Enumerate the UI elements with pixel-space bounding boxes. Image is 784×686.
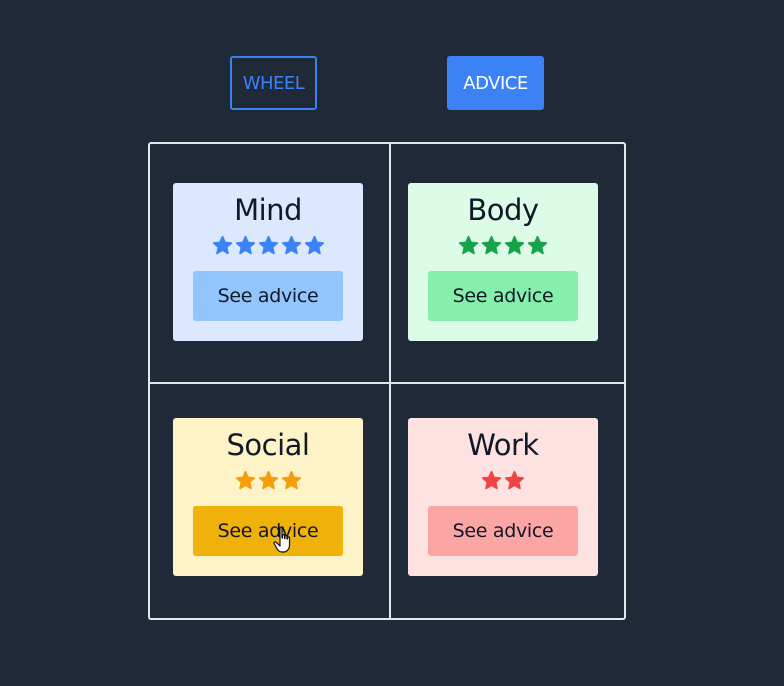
card-title: Work: [467, 428, 539, 462]
tab-wheel[interactable]: WHEEL: [230, 56, 317, 110]
star-icon: [258, 235, 278, 255]
star-rating: [173, 470, 363, 492]
grid-divider-vertical: [389, 144, 391, 618]
star-icon: [481, 470, 502, 490]
tab-advice[interactable]: ADVICE: [447, 56, 544, 110]
star-rating: [408, 470, 598, 492]
grid-divider-horizontal: [150, 382, 624, 384]
card-title: Social: [226, 428, 310, 462]
see-advice-button[interactable]: See advice: [428, 271, 578, 321]
star-icon: [458, 235, 479, 255]
star-icon: [281, 235, 301, 255]
star-icon: [281, 470, 301, 490]
star-rating: [173, 235, 363, 257]
star-rating: [408, 235, 598, 257]
page: WHEEL ADVICE Mind See advice Body See ad…: [0, 0, 784, 686]
star-icon: [304, 235, 324, 255]
star-icon: [235, 235, 255, 255]
star-icon: [212, 235, 232, 255]
star-icon: [235, 470, 255, 490]
star-icon: [504, 470, 525, 490]
hand-pointer-icon: [273, 526, 291, 553]
advice-grid: Mind See advice Body See advice Social S…: [148, 142, 626, 620]
card-body: Body See advice: [408, 183, 598, 341]
card-title: Mind: [234, 193, 302, 227]
view-tabs: WHEEL ADVICE: [0, 56, 784, 110]
star-icon: [527, 235, 548, 255]
card-mind: Mind See advice: [173, 183, 363, 341]
star-icon: [481, 235, 502, 255]
card-work: Work See advice: [408, 418, 598, 576]
card-social: Social See advice: [173, 418, 363, 576]
star-icon: [504, 235, 525, 255]
card-title: Body: [467, 193, 539, 227]
star-icon: [258, 470, 278, 490]
see-advice-button[interactable]: See advice: [428, 506, 578, 556]
see-advice-button[interactable]: See advice: [193, 506, 343, 556]
see-advice-button[interactable]: See advice: [193, 271, 343, 321]
